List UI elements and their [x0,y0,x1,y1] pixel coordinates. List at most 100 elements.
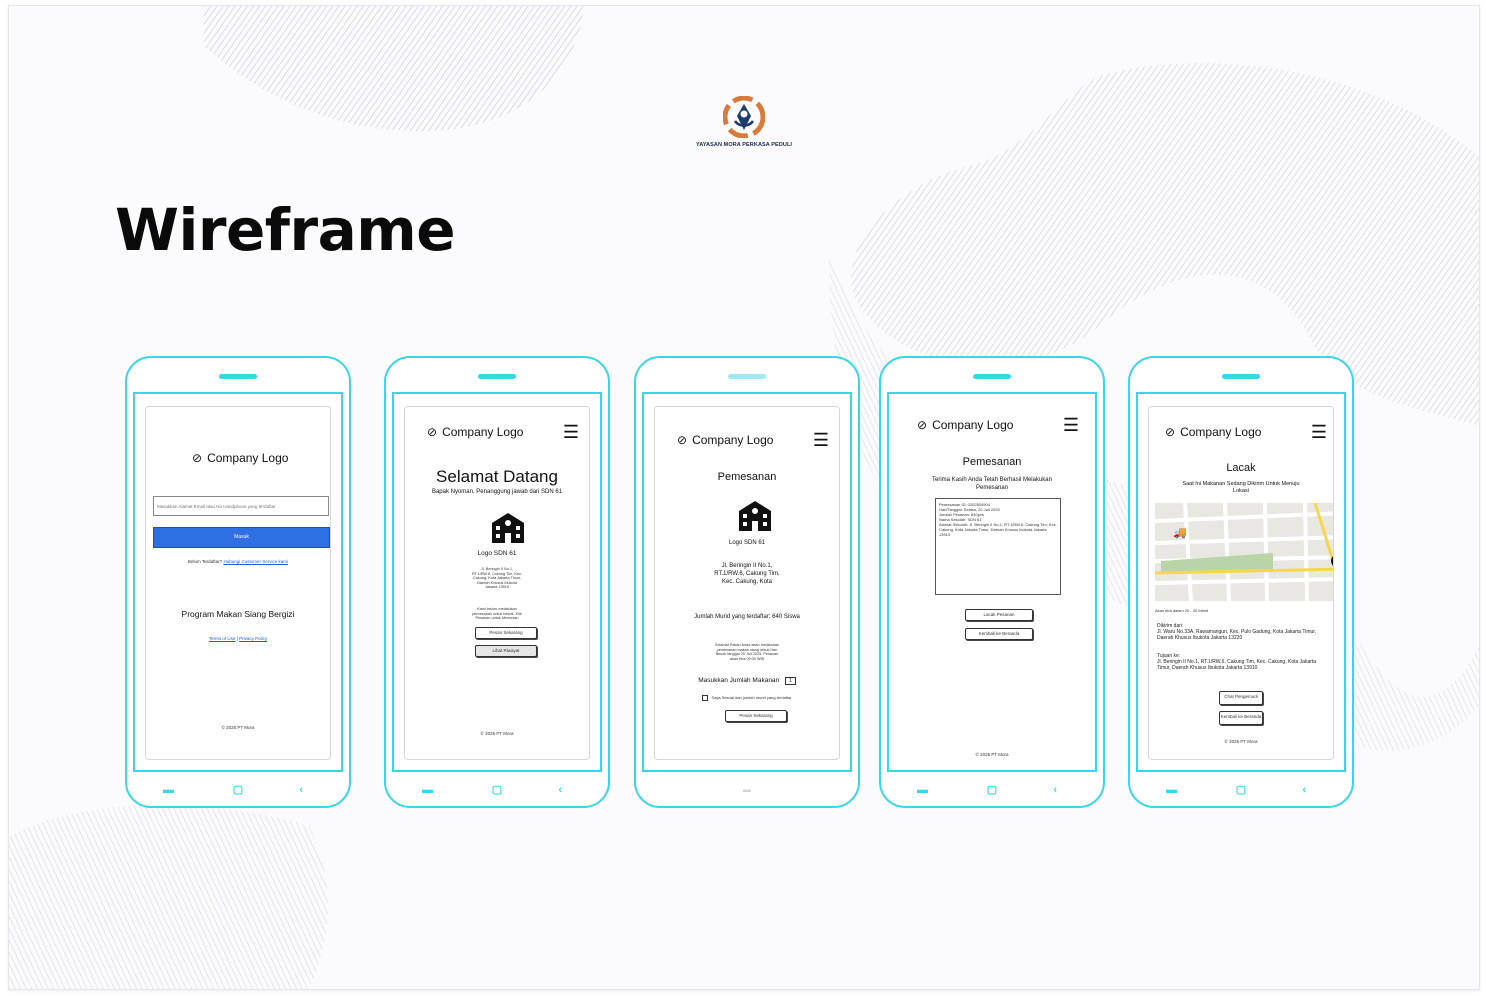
login-screen: ⊘ Company Logo Masuk Belum Terdaftar? Hu… [145,406,331,760]
track-title: Lacak [1226,462,1256,474]
program-title: Program Makan Siang Bergizi [181,609,295,619]
foundation-emblem-icon [723,96,765,138]
contact-cs-link[interactable]: Hubungi Customer Service kami [223,559,288,564]
legal-separator: | [236,636,238,641]
slashed-circle-icon: ⊘ [1165,425,1176,439]
hamburger-menu-icon[interactable]: ☰ [1063,416,1079,434]
contact-driver-button[interactable]: Chat Pengemudi [1219,691,1263,705]
phone-screen-frame: ⊘ Company Logo Masuk Belum Terdaftar? Hu… [133,392,343,772]
slashed-circle-icon: ⊘ [677,433,688,447]
school-address: Jl. Beringin II No.1, RT.1/RW.6, Cokung … [471,567,523,590]
order-info-note: Selamat Pakan Anda akan melakukan pemesa… [714,643,780,661]
delivery-truck-icon: 🚚 [1173,527,1187,539]
school-building-icon [739,501,771,531]
track-order-button[interactable]: Lacak Pesanan [965,609,1033,621]
order-submit-button[interactable]: Pesan Sekarang [725,710,787,722]
company-logo: ⊘ Company Logo [1165,425,1261,439]
home-icon[interactable]: ▬ [743,785,751,795]
phone-speaker [478,374,516,379]
recent-apps-icon[interactable]: ▬ [163,785,174,796]
footer-copyright: © 2025 PT Mora [480,731,514,736]
legal-links: Terms of Use | Privacy Policy [146,636,330,642]
destination-address: Jl. Beringin II No.1, RT.1/RW.6, Cakung … [1157,659,1317,671]
slide-title: Wireframe [115,196,456,264]
order-title: Pemesanan [717,471,777,483]
quantity-input[interactable]: 1 [784,677,796,685]
company-logo-text: Company Logo [692,433,774,447]
company-logo: ⊘ Company Logo [677,433,773,447]
home-icon[interactable]: ▢ [1236,785,1246,796]
track-subtitle: Saat Ini Makanan Sedang Dikirim Untuk Me… [1182,481,1300,494]
brand-name: YAYASAN MORA PERKASA PEDULI [695,142,793,148]
confirm-checkbox-row[interactable]: Saya Sesuai dan jumlah murid yang terdaf… [655,695,839,701]
home-icon[interactable]: ▢ [233,785,243,796]
recent-apps-icon[interactable]: ▬ [1166,785,1177,796]
hamburger-menu-icon[interactable]: ☰ [813,431,829,449]
origin-block: Dikirim dari: Jl. Waru No.33A, Rawamangu… [1157,623,1323,641]
phone-screen-frame: ⊘ Company Logo ☰ Pemesanan Logo SDN 61 J… [642,392,852,772]
hamburger-menu-icon[interactable]: ☰ [1311,423,1327,441]
phone-welcome: ⊘ Company Logo ☰ Selamat Datang Bapak Ny… [384,356,610,808]
delivery-map[interactable]: 🚚 [1155,503,1333,601]
confirm-message: Terima Kasih Anda Telah Berhasil Melakuk… [932,477,1052,491]
slashed-circle-icon: ⊘ [427,425,438,439]
order-reminder-note: Kami belum melakukan pemesanan untuk bes… [472,607,522,621]
login-button[interactable]: Masuk [153,527,330,548]
phone-nav-bar: ▬ ▢ ‹ [386,782,608,798]
phone-confirm: ⊘ Company Logo ☰ Pemesanan Terima Kasih … [879,356,1105,808]
location-pin-icon [1331,556,1333,567]
phone-speaker [1222,374,1260,379]
footer-copyright: © 2025 PT Mora [221,725,255,730]
home-icon[interactable]: ▢ [987,785,997,796]
phone-screen-frame: ⊘ Company Logo ☰ Lacak Saat Ini Makanan … [1136,392,1346,772]
confirm-title: Pemesanan [962,456,1022,468]
back-icon[interactable]: ‹ [299,785,303,796]
back-home-button[interactable]: Kembali ke Beranda [1219,711,1263,725]
slashed-circle-icon: ⊘ [192,451,203,465]
school-building-icon [492,513,524,543]
phone-nav-bar: ▬ ▢ ‹ [881,782,1103,798]
phone-login: ⊘ Company Logo Masuk Belum Terdaftar? Hu… [125,356,351,808]
welcome-title: Selamat Datang [436,467,558,486]
back-home-button[interactable]: Kembali ke Beranda [965,628,1033,640]
phone-screen-frame: ⊘ Company Logo ☰ Selamat Datang Bapak Ny… [392,392,602,772]
school-logo-label: Logo SDN 61 [728,540,766,546]
company-logo: ⊘ Company Logo [917,418,1013,432]
terms-link[interactable]: Terms of Use [209,636,236,641]
order-details-box: Pemesanan ID: 0202504904 Hari/Tanggal: S… [935,498,1061,595]
company-logo-text: Company Logo [207,451,289,465]
back-icon[interactable]: ‹ [558,785,562,796]
order-address: Alamat Sekolah: Jl. Beringin II No.1, RT… [939,522,1057,537]
hamburger-menu-icon[interactable]: ☰ [563,423,579,441]
order-now-button[interactable]: Pesan Sekarang [475,627,537,639]
phone-nav-bar: ▬ ▢ ‹ [127,782,349,798]
map-roads [1155,503,1333,601]
footer-copyright: © 2025 PT Mora [975,752,1009,757]
company-logo: ⊘ Company Logo [427,425,523,439]
recent-apps-icon[interactable]: ▬ [917,785,928,796]
back-icon[interactable]: ‹ [1053,785,1057,796]
phone-speaker [728,374,766,379]
back-icon[interactable]: ‹ [1302,785,1306,796]
privacy-link[interactable]: Privacy Policy [239,636,267,641]
footer-copyright: © 2025 PT Mora [1224,739,1258,744]
signup-prompt-row: Belum Terdaftar? Hubungi Customer Servic… [146,559,330,565]
quantity-label: Masukkan Jumlah Makanan [698,677,780,684]
origin-address: Jl. Waru No.33A, Rawamangun, Kec. Pulo G… [1157,629,1317,641]
track-screen: ⊘ Company Logo ☰ Lacak Saat Ini Makanan … [1148,406,1334,760]
recent-apps-icon[interactable]: ▬ [422,785,433,796]
company-logo-text: Company Logo [1180,425,1262,439]
history-button[interactable]: Lihat Riwayat [475,645,537,657]
phone-screen-frame: ⊘ Company Logo ☰ Pemesanan Terima Kasih … [887,392,1097,772]
login-identifier-input[interactable] [153,496,329,516]
company-logo-text: Company Logo [932,418,1014,432]
brand-logo: YAYASAN MORA PERKASA PEDULI [689,96,799,148]
slide: YAYASAN MORA PERKASA PEDULI Wireframe ⊘ … [8,5,1480,990]
confirm-checkbox-label: Saya Sesuai dan jumlah murid yang terdaf… [711,695,792,701]
destination-block: Tujuan ke: Jl. Beringin II No.1, RT.1/RW… [1157,653,1323,671]
phone-nav-bar: ▬ ▢ ‹ [1130,782,1352,798]
checkbox-icon[interactable] [702,695,709,701]
quantity-row: Masukkan Jumlah Makanan 1 [655,677,839,685]
home-icon[interactable]: ▢ [492,785,502,796]
slashed-circle-icon: ⊘ [917,418,928,432]
